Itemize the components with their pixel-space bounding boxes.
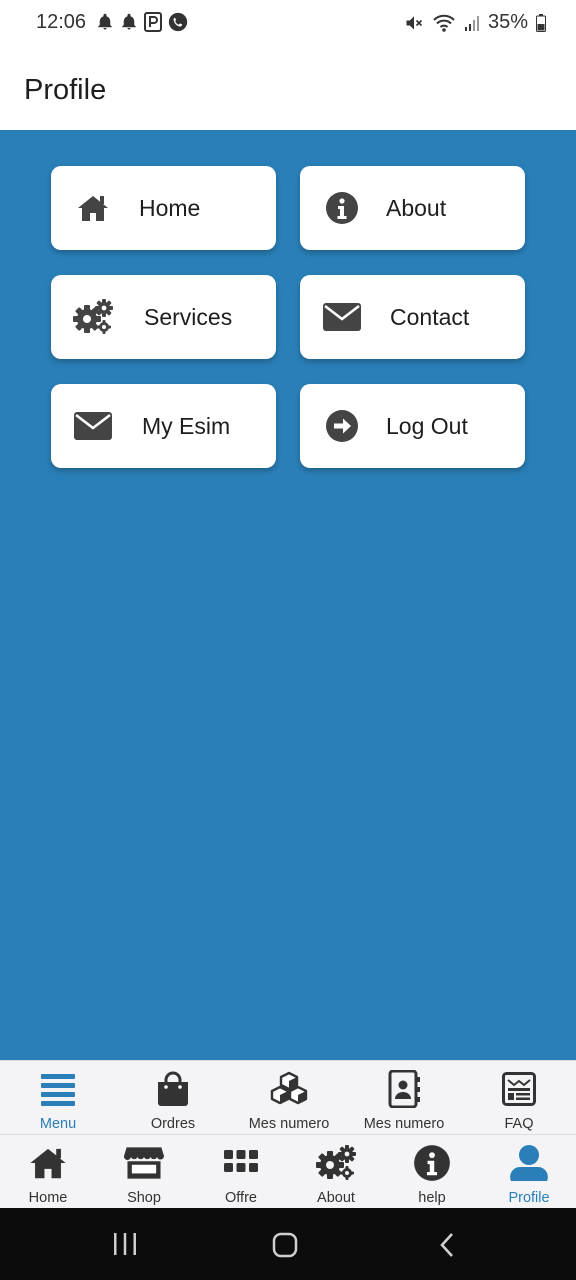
- tab-profile-label: Profile: [508, 1190, 550, 1206]
- status-right: 35%: [404, 11, 546, 34]
- tab-ordres-label: Ordres: [150, 1116, 196, 1132]
- grid-icon: [221, 1143, 261, 1183]
- cubes-icon: [269, 1069, 309, 1109]
- tab-faq-label: FAQ: [504, 1116, 534, 1132]
- mute-icon: [406, 15, 423, 30]
- my-esim-label: My Esim: [142, 413, 231, 439]
- log-out-label: Log Out: [386, 413, 468, 439]
- newspaper-icon: [499, 1069, 539, 1109]
- battery-percent: 35%: [487, 11, 528, 33]
- info-circle-icon: [412, 1143, 452, 1183]
- home-icon: [73, 190, 113, 226]
- services-button[interactable]: Services: [51, 275, 276, 359]
- tab-mes-numero-1[interactable]: Mes numero: [241, 1061, 337, 1135]
- bell-icon: [98, 13, 112, 30]
- bell-icon: [122, 13, 136, 30]
- tab-offre[interactable]: Offre: [193, 1135, 289, 1209]
- main-tab-bar: Home Shop Offre About help Profile: [0, 1134, 576, 1208]
- gears-icon: [73, 299, 113, 335]
- arrow-circle-right-icon: [322, 408, 362, 444]
- tab-menu[interactable]: Menu: [10, 1061, 106, 1135]
- page-title: Profile: [24, 74, 107, 106]
- tab-mes-numero-2-label: Mes numero: [363, 1116, 445, 1132]
- about-button[interactable]: About: [300, 166, 525, 250]
- tab-home[interactable]: Home: [0, 1135, 96, 1209]
- secondary-tab-bar: Menu Ordres Mes numero Mes numero FAQ: [0, 1060, 576, 1134]
- info-circle-icon: [322, 190, 362, 226]
- home-icon: [28, 1143, 68, 1183]
- tab-faq[interactable]: FAQ: [471, 1061, 567, 1135]
- back-icon[interactable]: [438, 1231, 456, 1259]
- about-label: About: [386, 195, 447, 221]
- log-out-button[interactable]: Log Out: [300, 384, 525, 468]
- services-label: Services: [144, 304, 233, 330]
- tab-shop-label: Shop: [127, 1190, 161, 1206]
- tab-ordres[interactable]: Ordres: [125, 1061, 221, 1135]
- my-esim-button[interactable]: My Esim: [51, 384, 276, 468]
- envelope-icon: [73, 408, 113, 444]
- tab-shop[interactable]: Shop: [96, 1135, 192, 1209]
- whatsapp-icon: [168, 12, 188, 32]
- home-nav-icon[interactable]: [272, 1232, 298, 1258]
- store-icon: [124, 1143, 164, 1183]
- system-nav-bar: [0, 1208, 576, 1280]
- tab-offre-label: Offre: [225, 1190, 257, 1206]
- shopping-bag-icon: [153, 1069, 193, 1109]
- battery-icon: [536, 13, 546, 32]
- notification-icons: [96, 12, 188, 32]
- wifi-icon: [433, 14, 455, 32]
- status-bar: 12:06 35%: [0, 0, 576, 46]
- contact-button[interactable]: Contact: [300, 275, 525, 359]
- gears-icon: [316, 1143, 356, 1183]
- home-label: Home: [139, 195, 201, 221]
- parking-icon: [144, 12, 162, 32]
- menu-icon: [38, 1069, 78, 1109]
- home-button[interactable]: Home: [51, 166, 276, 250]
- recent-apps-icon[interactable]: [112, 1232, 138, 1256]
- user-icon: [509, 1143, 549, 1183]
- tab-help[interactable]: help: [384, 1135, 480, 1209]
- tab-about-label: About: [317, 1190, 355, 1206]
- tab-profile[interactable]: Profile: [481, 1135, 576, 1209]
- address-book-icon: [384, 1069, 424, 1109]
- profile-menu-area: Home About Services Contact My Esim Log …: [0, 130, 576, 1060]
- envelope-icon: [322, 299, 362, 335]
- app-header: Profile: [0, 46, 576, 130]
- tab-help-label: help: [418, 1190, 446, 1206]
- menu-grid: Home About Services Contact My Esim Log …: [51, 166, 525, 468]
- status-time: 12:06: [36, 11, 87, 33]
- signal-icon: [464, 15, 479, 31]
- tab-home-label: Home: [28, 1190, 68, 1206]
- contact-label: Contact: [390, 304, 470, 330]
- tab-mes-numero-2[interactable]: Mes numero: [356, 1061, 452, 1135]
- tab-mes-numero-1-label: Mes numero: [248, 1116, 330, 1132]
- tab-about[interactable]: About: [288, 1135, 384, 1209]
- tab-menu-label: Menu: [39, 1116, 77, 1132]
